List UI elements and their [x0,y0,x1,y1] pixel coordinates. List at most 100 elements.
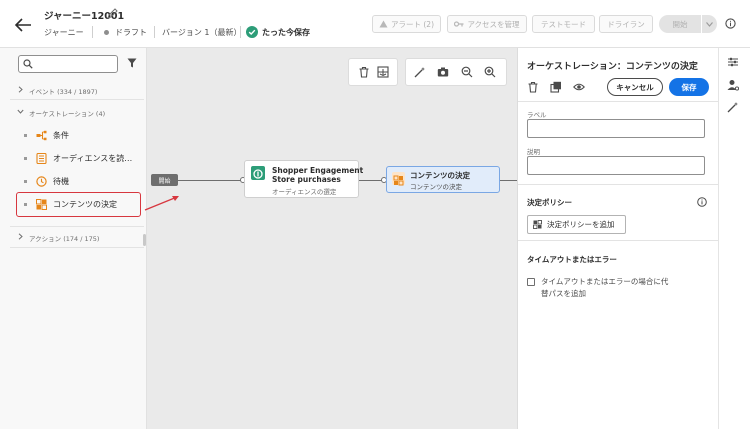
test-mode-button[interactable]: テストモード [532,15,595,33]
divider [240,26,241,38]
palette-item-content-decision[interactable]: コンテンツの決定 [20,194,142,214]
divider [10,226,144,227]
drag-handle-icon[interactable] [24,156,27,160]
add-decision-policy-label: 決定ポリシーを追加 [547,220,615,229]
alert-icon [379,20,388,28]
palette-item-condition[interactable]: 条件 [20,125,142,145]
zoom-in-icon[interactable] [484,66,496,78]
filter-icon[interactable] [127,58,137,68]
content-decision-icon [393,175,404,186]
palette-item-label: 条件 [53,130,69,140]
divider [518,240,718,241]
chevron-right-icon[interactable] [17,86,24,93]
connector-line [178,180,242,181]
help-icon[interactable] [697,197,707,207]
pencil-icon[interactable] [107,8,118,19]
saved-status: たった今保存 [262,28,310,37]
palette-item-wait[interactable]: 待機 [20,171,142,191]
divider [154,26,155,38]
content-decision-node-subtitle: コンテンツの決定 [410,183,462,191]
timeout-checkbox[interactable] [527,278,535,286]
divider [92,26,93,38]
clock-icon [36,175,47,187]
condition-icon [36,130,47,140]
actions-section[interactable]: アクション (174 / 175) [29,233,99,243]
content-decision-node-title: コンテンツの決定 [410,171,470,180]
journey-version: バージョン 1（最新） [162,28,242,37]
label-field-label: ラベル [527,111,547,119]
delete-icon[interactable] [358,66,370,78]
drag-handle-icon[interactable] [24,179,27,183]
cancel-button[interactable]: キャンセル [607,78,663,96]
properties-title: オーケストレーション：コンテンツの決定 [527,62,698,72]
orchestration-section[interactable]: オーケストレーション (4) [29,108,105,118]
alerts-label: アラート (2) [390,19,434,29]
divider [518,101,718,102]
description-input[interactable] [527,156,705,175]
connector-line [500,180,517,181]
drag-handle-icon[interactable] [24,202,27,206]
copy-icon[interactable] [550,81,562,93]
search-input[interactable] [18,55,118,73]
timeout-heading: タイムアウトまたはエラー [527,255,617,264]
decision-policy-heading: 決定ポリシー [527,198,572,207]
palette-item-read-audience[interactable]: オーディエンスを読… [20,148,142,168]
qualification-icon [253,169,263,179]
user-settings-icon[interactable] [727,79,739,91]
publish-button[interactable]: 開始 [659,15,701,33]
palette-item-label: コンテンツの決定 [53,199,117,209]
start-node[interactable]: 開始 [151,174,178,186]
dry-run-label: ドライラン [607,19,645,29]
divider [518,184,718,185]
audience-node-title-line2: Store purchases [272,175,341,184]
divider [10,99,144,100]
timeout-checkbox-label: タイムアウトまたはエラーの場合に代替パスを追加 [541,277,669,298]
content-decision-icon [36,198,47,210]
camera-icon[interactable] [437,66,449,78]
properties-sliders-icon[interactable] [727,56,739,68]
alerts-button[interactable]: アラート (2) [372,15,441,33]
zoom-out-icon[interactable] [461,66,473,78]
audience-node-icon [251,166,265,180]
status-dot-icon [104,30,109,35]
label-input[interactable] [527,119,705,138]
audience-icon [36,152,47,164]
scrollbar[interactable] [143,234,146,246]
divider [10,247,144,248]
back-arrow-icon[interactable] [14,17,32,33]
audience-node-subtitle: オーディエンスの選定 [272,188,337,196]
audience-node-title-line1: Shopper Engagement [272,166,364,175]
info-icon[interactable] [725,18,736,29]
journey-status: ドラフト [115,28,147,37]
content-decision-node-icon [392,172,405,186]
manage-access-button[interactable]: アクセスを管理 [447,15,527,33]
search-icon [23,59,33,69]
key-icon [454,21,464,27]
description-field-label: 説明 [527,148,540,156]
canvas-toolbar-edit [348,58,398,86]
events-section[interactable]: イベント (334 / 1897) [29,86,97,96]
chevron-right-icon[interactable] [17,233,24,240]
properties-panel [517,48,718,429]
manage-access-label: アクセスを管理 [467,19,520,29]
delete-icon[interactable] [527,81,539,93]
chevron-down-icon[interactable] [17,108,24,115]
preview-eye-icon[interactable] [573,81,585,93]
add-decision-policy-button[interactable]: 決定ポリシーを追加 [527,215,626,234]
journey-canvas[interactable] [147,48,517,429]
dry-run-button[interactable]: ドライラン [599,15,653,33]
palette-item-label: 待機 [53,176,69,186]
drag-handle-icon[interactable] [24,133,27,137]
check-circle-icon [246,26,258,38]
chevron-down-icon [706,21,713,27]
test-mode-label: テストモード [541,19,586,29]
save-button[interactable]: 保存 [669,78,709,96]
magic-wand-icon[interactable] [727,101,739,113]
journey-type: ジャーニー [44,28,84,37]
palette-item-label: オーディエンスを読… [53,153,133,163]
magic-wand-icon[interactable] [414,66,426,78]
annotation-arrow-icon [144,196,179,211]
audience-node-title: Shopper Engagement Store purchases [272,166,363,184]
duplicate-icon[interactable] [377,66,389,78]
decision-policy-icon [533,220,542,229]
